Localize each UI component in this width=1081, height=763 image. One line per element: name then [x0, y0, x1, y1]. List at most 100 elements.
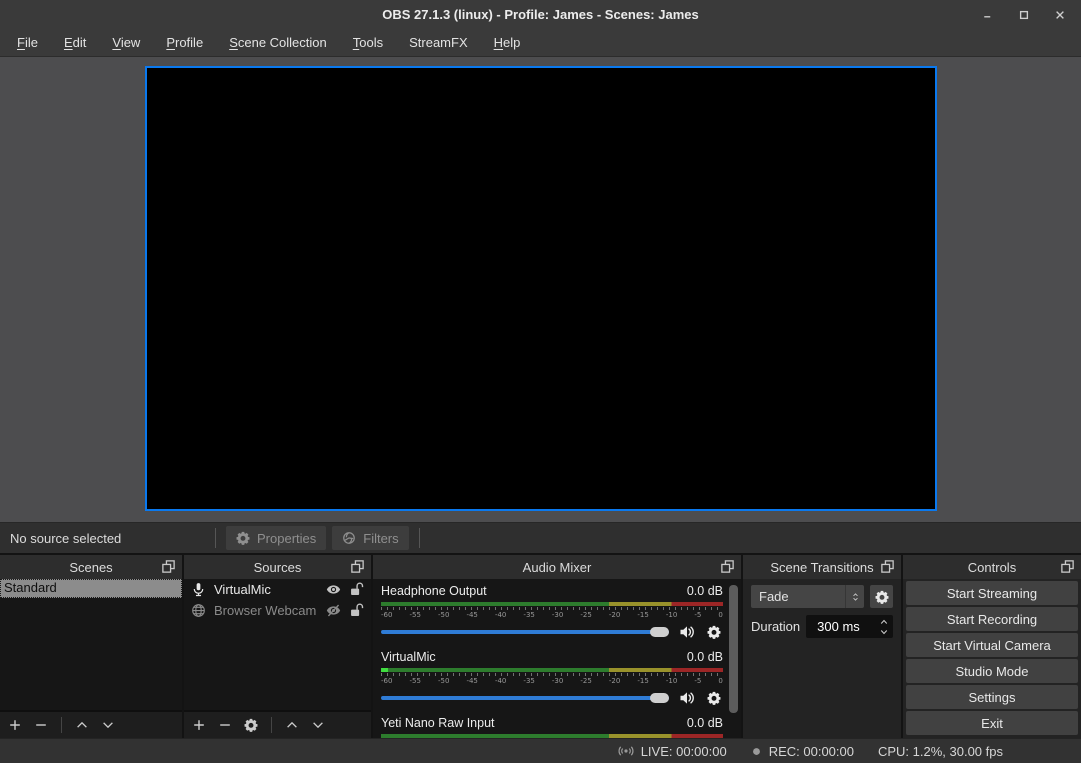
window-controls: [977, 0, 1071, 30]
menu-item-edit[interactable]: Edit: [51, 30, 99, 56]
source-add-button[interactable]: [192, 718, 206, 732]
menu-item-file[interactable]: File: [4, 30, 51, 56]
channel-settings-button[interactable]: [705, 689, 723, 707]
globe-icon: [191, 603, 206, 618]
preview-canvas[interactable]: [145, 66, 937, 511]
sources-list: VirtualMicBrowser Webcam: [184, 579, 371, 621]
scene-remove-button[interactable]: [34, 718, 48, 732]
scale-tick-label: -60: [381, 677, 392, 685]
volume-slider-handle[interactable]: [650, 693, 669, 703]
volume-slider[interactable]: [381, 689, 669, 707]
close-button[interactable]: [1049, 4, 1071, 26]
scale-tick-label: -35: [523, 677, 534, 685]
rec-status: REC: 00:00:00: [769, 744, 854, 759]
start-streaming-button[interactable]: Start Streaming: [906, 581, 1078, 605]
lock-open-icon[interactable]: [349, 582, 364, 597]
source-move-down-button[interactable]: [311, 718, 325, 732]
source-properties-button[interactable]: [244, 718, 258, 732]
menu-item-tools[interactable]: Tools: [340, 30, 396, 56]
scale-tick-label: -60: [381, 611, 392, 619]
duration-spinbox[interactable]: 300 ms: [806, 615, 893, 638]
gear-icon: [236, 531, 250, 545]
duration-increase-button[interactable]: [878, 617, 890, 626]
dock-float-icon[interactable]: [161, 559, 177, 575]
minimize-button[interactable]: [977, 4, 999, 26]
source-toolbar: No source selected Properties Filters: [0, 522, 1081, 553]
filters-button[interactable]: Filters: [332, 526, 408, 550]
scene-add-button[interactable]: [8, 718, 22, 732]
eye-icon[interactable]: [326, 582, 341, 597]
meter-tickmarks: [381, 607, 723, 610]
scenes-list: Standard: [0, 579, 182, 598]
source-row-virtualmic[interactable]: VirtualMic: [184, 579, 371, 600]
toolbar-separator: [271, 717, 272, 733]
dock-float-icon[interactable]: [1060, 559, 1076, 575]
settings-button[interactable]: Settings: [906, 685, 1078, 709]
scenes-toolbar: [0, 710, 182, 738]
mixer-scrollbar[interactable]: [729, 585, 738, 713]
statusbar: LIVE: 00:00:00 REC: 00:00:00 CPU: 1.2%, …: [0, 738, 1081, 763]
scale-tick-label: -10: [666, 677, 677, 685]
scale-tick-label: -5: [694, 611, 701, 619]
transitions-content: Fade Duration 300 ms: [743, 579, 901, 738]
dock-float-icon[interactable]: [880, 559, 896, 575]
duration-label: Duration: [751, 619, 800, 634]
scene-move-up-button[interactable]: [75, 718, 89, 732]
mute-button[interactable]: [678, 689, 696, 707]
scale-tick-label: -55: [409, 677, 420, 685]
obs-window: OBS 27.1.3 (linux) - Profile: James - Sc…: [0, 0, 1081, 763]
minimize-icon: [982, 9, 994, 21]
menu-item-profile[interactable]: Profile: [153, 30, 216, 56]
studio-mode-button[interactable]: Studio Mode: [906, 659, 1078, 683]
source-remove-button[interactable]: [218, 718, 232, 732]
volume-slider[interactable]: [381, 623, 669, 641]
maximize-button[interactable]: [1013, 4, 1035, 26]
source-row-browser-webcam[interactable]: Browser Webcam: [184, 600, 371, 621]
transition-select[interactable]: Fade: [751, 585, 864, 608]
scene-transitions-dock-header: Scene Transitions: [743, 555, 901, 579]
no-source-status: No source selected: [10, 531, 208, 546]
menu-item-help[interactable]: Help: [481, 30, 534, 56]
mixer-content: Headphone Output0.0 dB-60-55-50-45-40-35…: [373, 579, 741, 738]
start-virtual-camera-button[interactable]: Start Virtual Camera: [906, 633, 1078, 657]
volume-meter: [381, 734, 723, 738]
mute-button[interactable]: [678, 623, 696, 641]
channel-settings-button[interactable]: [705, 623, 723, 641]
properties-button[interactable]: Properties: [226, 526, 326, 550]
mixer-channel-name: VirtualMic: [381, 650, 436, 664]
scene-item-standard[interactable]: Standard: [0, 579, 182, 598]
audio-mixer-dock: Audio Mixer Headphone Output0.0 dB-60-55…: [373, 555, 741, 738]
menu-item-streamfx[interactable]: StreamFX: [396, 30, 481, 56]
dock-float-icon[interactable]: [720, 559, 736, 575]
duration-decrease-button[interactable]: [878, 627, 890, 636]
cpu-fps-status: CPU: 1.2%, 30.00 fps: [878, 744, 1003, 759]
sources-dock-title: Sources: [254, 560, 302, 575]
exit-button[interactable]: Exit: [906, 711, 1078, 735]
source-move-up-button[interactable]: [285, 718, 299, 732]
start-recording-button[interactable]: Start Recording: [906, 607, 1078, 631]
transition-settings-button[interactable]: [870, 585, 893, 608]
scale-tick-label: 0: [718, 611, 722, 619]
scale-tick-label: -15: [637, 611, 648, 619]
eye-slash-icon[interactable]: [326, 603, 341, 618]
gear-icon: [875, 590, 889, 604]
menu-item-view[interactable]: View: [99, 30, 153, 56]
sources-toolbar: [184, 710, 371, 738]
dock-float-icon[interactable]: [350, 559, 366, 575]
duration-spin-arrows: [878, 616, 890, 637]
scale-tick-label: -30: [552, 611, 563, 619]
audio-mixer-dock-title: Audio Mixer: [523, 560, 592, 575]
menu-item-scene-collection[interactable]: Scene Collection: [216, 30, 340, 56]
scenes-dock-header: Scenes: [0, 555, 182, 579]
toolbar-separator: [419, 528, 420, 548]
volume-slider-handle[interactable]: [650, 627, 669, 637]
meter-tickmarks: [381, 673, 723, 676]
scale-tick-label: -55: [409, 611, 420, 619]
volume-meter: [381, 602, 723, 606]
scale-tick-label: -25: [580, 611, 591, 619]
microphone-icon: [191, 582, 206, 597]
live-status: LIVE: 00:00:00: [641, 744, 727, 759]
lock-open-icon[interactable]: [349, 603, 364, 618]
mixer-channel-headphone-output: Headphone Output0.0 dB-60-55-50-45-40-35…: [381, 584, 723, 641]
scene-move-down-button[interactable]: [101, 718, 115, 732]
